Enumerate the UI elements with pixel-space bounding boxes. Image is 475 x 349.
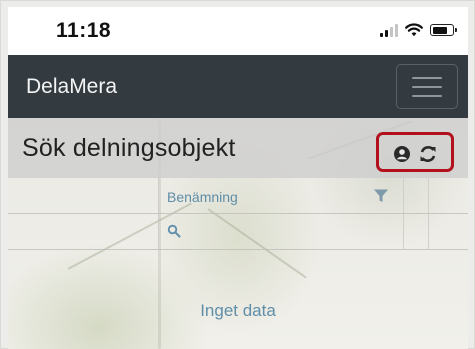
column-header-benamning[interactable]: Benämning [158,178,403,213]
status-time: 11:18 [56,19,112,42]
empty-message: Inget data [200,301,276,320]
signal-icon [380,23,398,37]
user-icon[interactable] [392,144,412,164]
grid-filter-row [8,214,468,250]
status-bar: 11:18 [8,7,468,55]
filter-cell[interactable] [403,214,428,249]
grid-header-row: Benämning [8,178,468,214]
phone-screen: 11:18 DelaMera Sök delningsobjekt Benämn… [8,7,468,349]
navbar: DelaMera [8,55,468,118]
menu-icon [412,76,442,79]
search-icon [167,224,181,238]
header-actions-highlight [376,132,454,172]
menu-icon-bar [412,94,442,97]
page-header: Sök delningsobjekt [8,118,468,178]
filter-cell[interactable] [8,214,158,249]
column-header[interactable] [403,178,428,213]
page-title: Sök delningsobjekt [22,134,236,162]
data-grid: Benämning [8,178,468,250]
column-header-label: Benämning [167,189,238,205]
filter-cell-benamning[interactable] [158,214,403,249]
content-area: Sök delningsobjekt Benämning Inget data [8,118,468,349]
menu-toggle-button[interactable] [396,64,458,109]
battery-icon [430,24,457,36]
refresh-icon[interactable] [418,144,438,164]
filter-cell[interactable] [428,214,468,249]
wifi-icon [405,23,423,37]
status-icons [380,23,457,37]
filter-icon[interactable] [373,188,389,204]
column-header[interactable] [428,178,468,213]
brand-link[interactable]: DelaMera [26,75,117,99]
column-header[interactable] [8,178,158,213]
menu-icon-bar [412,85,442,88]
